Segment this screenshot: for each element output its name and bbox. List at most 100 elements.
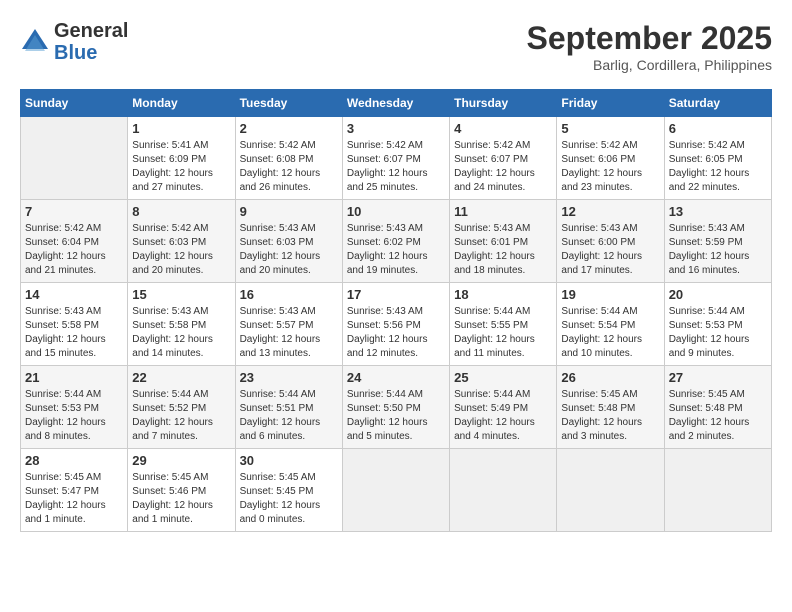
day-number: 11 — [454, 204, 552, 219]
day-number: 24 — [347, 370, 445, 385]
calendar-cell — [664, 449, 771, 532]
calendar-week-row: 7 Sunrise: 5:42 AMSunset: 6:04 PMDaylight… — [21, 200, 772, 283]
day-number: 7 — [25, 204, 123, 219]
title-section: September 2025 Barlig, Cordillera, Phili… — [527, 20, 772, 73]
day-info: Sunrise: 5:42 AMSunset: 6:03 PMDaylight:… — [132, 222, 230, 278]
day-info: Sunrise: 5:44 AMSunset: 5:53 PMDaylight:… — [25, 388, 123, 444]
day-info: Sunrise: 5:44 AMSunset: 5:49 PMDaylight:… — [454, 388, 552, 444]
day-info: Sunrise: 5:43 AMSunset: 5:57 PMDaylight:… — [240, 305, 338, 361]
calendar-cell — [557, 449, 664, 532]
logo-general-text: General — [54, 20, 128, 42]
day-info: Sunrise: 5:43 AMSunset: 6:01 PMDaylight:… — [454, 222, 552, 278]
day-number: 8 — [132, 204, 230, 219]
weekday-header: Monday — [128, 90, 235, 117]
calendar-cell: 8 Sunrise: 5:42 AMSunset: 6:03 PMDaylight… — [128, 200, 235, 283]
logo-icon — [20, 27, 50, 57]
calendar-cell: 30 Sunrise: 5:45 AMSunset: 5:45 PMDayligh… — [235, 449, 342, 532]
weekday-header: Saturday — [664, 90, 771, 117]
weekday-header: Wednesday — [342, 90, 449, 117]
day-number: 20 — [669, 287, 767, 302]
day-number: 17 — [347, 287, 445, 302]
calendar-cell: 9 Sunrise: 5:43 AMSunset: 6:03 PMDaylight… — [235, 200, 342, 283]
day-info: Sunrise: 5:42 AMSunset: 6:04 PMDaylight:… — [25, 222, 123, 278]
day-info: Sunrise: 5:43 AMSunset: 6:00 PMDaylight:… — [561, 222, 659, 278]
weekday-header-row: SundayMondayTuesdayWednesdayThursdayFrid… — [21, 90, 772, 117]
day-info: Sunrise: 5:45 AMSunset: 5:46 PMDaylight:… — [132, 471, 230, 527]
weekday-header: Tuesday — [235, 90, 342, 117]
calendar-cell: 20 Sunrise: 5:44 AMSunset: 5:53 PMDayligh… — [664, 283, 771, 366]
calendar-cell: 22 Sunrise: 5:44 AMSunset: 5:52 PMDayligh… — [128, 366, 235, 449]
calendar-week-row: 1 Sunrise: 5:41 AMSunset: 6:09 PMDaylight… — [21, 117, 772, 200]
day-number: 19 — [561, 287, 659, 302]
calendar-cell: 4 Sunrise: 5:42 AMSunset: 6:07 PMDaylight… — [450, 117, 557, 200]
day-number: 30 — [240, 453, 338, 468]
day-info: Sunrise: 5:44 AMSunset: 5:52 PMDaylight:… — [132, 388, 230, 444]
calendar-cell: 1 Sunrise: 5:41 AMSunset: 6:09 PMDaylight… — [128, 117, 235, 200]
logo-blue-text: Blue — [54, 42, 128, 64]
day-info: Sunrise: 5:44 AMSunset: 5:51 PMDaylight:… — [240, 388, 338, 444]
day-number: 1 — [132, 121, 230, 136]
calendar-week-row: 21 Sunrise: 5:44 AMSunset: 5:53 PMDayligh… — [21, 366, 772, 449]
calendar-cell: 26Sunrise: 5:45 AMSunset: 5:48 PMDayligh… — [557, 366, 664, 449]
calendar-cell: 15Sunrise: 5:43 AMSunset: 5:58 PMDayligh… — [128, 283, 235, 366]
day-number: 12 — [561, 204, 659, 219]
day-info: Sunrise: 5:45 AMSunset: 5:48 PMDaylight:… — [669, 388, 767, 444]
day-info: Sunrise: 5:44 AMSunset: 5:53 PMDaylight:… — [669, 305, 767, 361]
day-info: Sunrise: 5:45 AMSunset: 5:48 PMDaylight:… — [561, 388, 659, 444]
calendar-cell: 17 Sunrise: 5:43 AMSunset: 5:56 PMDayligh… — [342, 283, 449, 366]
day-info: Sunrise: 5:43 AMSunset: 6:03 PMDaylight:… — [240, 222, 338, 278]
day-info: Sunrise: 5:42 AMSunset: 6:06 PMDaylight:… — [561, 139, 659, 195]
calendar-cell: 14Sunrise: 5:43 AMSunset: 5:58 PMDayligh… — [21, 283, 128, 366]
day-number: 5 — [561, 121, 659, 136]
day-info: Sunrise: 5:44 AMSunset: 5:55 PMDaylight:… — [454, 305, 552, 361]
calendar-week-row: 28 Sunrise: 5:45 AMSunset: 5:47 PMDayligh… — [21, 449, 772, 532]
calendar-cell: 13Sunrise: 5:43 AMSunset: 5:59 PMDayligh… — [664, 200, 771, 283]
day-info: Sunrise: 5:42 AMSunset: 6:07 PMDaylight:… — [347, 139, 445, 195]
day-number: 18 — [454, 287, 552, 302]
calendar-cell: 25Sunrise: 5:44 AMSunset: 5:49 PMDayligh… — [450, 366, 557, 449]
day-info: Sunrise: 5:43 AMSunset: 6:02 PMDaylight:… — [347, 222, 445, 278]
calendar-cell: 27 Sunrise: 5:45 AMSunset: 5:48 PMDayligh… — [664, 366, 771, 449]
day-number: 22 — [132, 370, 230, 385]
calendar-cell: 24Sunrise: 5:44 AMSunset: 5:50 PMDayligh… — [342, 366, 449, 449]
calendar-cell: 2Sunrise: 5:42 AMSunset: 6:08 PMDaylight… — [235, 117, 342, 200]
day-info: Sunrise: 5:42 AMSunset: 6:07 PMDaylight:… — [454, 139, 552, 195]
day-number: 15 — [132, 287, 230, 302]
calendar-cell: 19 Sunrise: 5:44 AMSunset: 5:54 PMDayligh… — [557, 283, 664, 366]
weekday-header: Thursday — [450, 90, 557, 117]
day-number: 9 — [240, 204, 338, 219]
day-number: 27 — [669, 370, 767, 385]
calendar-cell: 7 Sunrise: 5:42 AMSunset: 6:04 PMDaylight… — [21, 200, 128, 283]
logo: General Blue — [20, 20, 128, 64]
day-number: 4 — [454, 121, 552, 136]
day-info: Sunrise: 5:43 AMSunset: 5:56 PMDaylight:… — [347, 305, 445, 361]
day-info: Sunrise: 5:42 AMSunset: 6:08 PMDaylight:… — [240, 139, 338, 195]
day-number: 16 — [240, 287, 338, 302]
day-number: 3 — [347, 121, 445, 136]
calendar-cell: 12 Sunrise: 5:43 AMSunset: 6:00 PMDayligh… — [557, 200, 664, 283]
day-info: Sunrise: 5:42 AMSunset: 6:05 PMDaylight:… — [669, 139, 767, 195]
calendar-cell: 11 Sunrise: 5:43 AMSunset: 6:01 PMDayligh… — [450, 200, 557, 283]
day-number: 29 — [132, 453, 230, 468]
calendar-cell: 21 Sunrise: 5:44 AMSunset: 5:53 PMDayligh… — [21, 366, 128, 449]
calendar-header: SundayMondayTuesdayWednesdayThursdayFrid… — [21, 90, 772, 117]
day-number: 28 — [25, 453, 123, 468]
logo-text: General Blue — [54, 20, 128, 64]
calendar-cell — [342, 449, 449, 532]
calendar-cell: 23Sunrise: 5:44 AMSunset: 5:51 PMDayligh… — [235, 366, 342, 449]
day-info: Sunrise: 5:43 AMSunset: 5:59 PMDaylight:… — [669, 222, 767, 278]
day-info: Sunrise: 5:41 AMSunset: 6:09 PMDaylight:… — [132, 139, 230, 195]
calendar-cell: 10 Sunrise: 5:43 AMSunset: 6:02 PMDayligh… — [342, 200, 449, 283]
calendar-cell: 6Sunrise: 5:42 AMSunset: 6:05 PMDaylight… — [664, 117, 771, 200]
month-title: September 2025 — [527, 20, 772, 57]
calendar-cell: 29 Sunrise: 5:45 AMSunset: 5:46 PMDayligh… — [128, 449, 235, 532]
day-info: Sunrise: 5:44 AMSunset: 5:54 PMDaylight:… — [561, 305, 659, 361]
day-number: 10 — [347, 204, 445, 219]
calendar-table: SundayMondayTuesdayWednesdayThursdayFrid… — [20, 89, 772, 532]
location-subtitle: Barlig, Cordillera, Philippines — [527, 57, 772, 73]
calendar-body: 1 Sunrise: 5:41 AMSunset: 6:09 PMDaylight… — [21, 117, 772, 532]
day-info: Sunrise: 5:45 AMSunset: 5:45 PMDaylight:… — [240, 471, 338, 527]
day-info: Sunrise: 5:45 AMSunset: 5:47 PMDaylight:… — [25, 471, 123, 527]
day-number: 14 — [25, 287, 123, 302]
day-number: 21 — [25, 370, 123, 385]
